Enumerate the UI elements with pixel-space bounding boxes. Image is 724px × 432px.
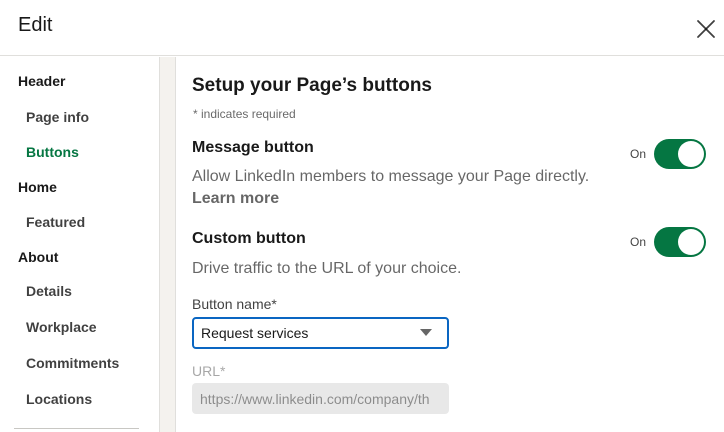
sidebar-item-commitments[interactable]: Commitments bbox=[26, 355, 119, 371]
sidebar-item-details[interactable]: Details bbox=[26, 283, 72, 299]
custom-button-title: Custom button bbox=[192, 230, 306, 247]
sidebar-divider bbox=[14, 428, 139, 429]
button-name-select[interactable]: Request services bbox=[192, 317, 449, 349]
button-name-label: Button name* bbox=[192, 296, 277, 312]
section-title: Setup your Page’s buttons bbox=[192, 75, 432, 96]
close-icon bbox=[697, 20, 715, 38]
sidebar-item-header[interactable]: Header bbox=[18, 73, 65, 89]
message-button-description: Allow LinkedIn members to message your P… bbox=[192, 168, 590, 185]
caret-down-icon bbox=[420, 329, 432, 336]
url-input[interactable] bbox=[192, 383, 449, 414]
sidebar-item-featured[interactable]: Featured bbox=[26, 214, 85, 230]
toggle-knob bbox=[678, 141, 704, 167]
modal-title: Edit bbox=[18, 14, 53, 36]
buttons-settings-panel: Setup your Page’s buttons * indicates re… bbox=[176, 57, 724, 432]
message-button-state: On bbox=[630, 147, 647, 161]
edit-modal: Edit Header Page info Buttons Home Featu… bbox=[0, 0, 724, 432]
sidebar-item-locations[interactable]: Locations bbox=[26, 391, 92, 407]
sidebar-nav: Header Page info Buttons Home Featured A… bbox=[0, 57, 160, 432]
url-label: URL* bbox=[192, 363, 226, 379]
sidebar-item-workplace[interactable]: Workplace bbox=[26, 319, 97, 335]
toggle-knob bbox=[678, 229, 704, 255]
message-button-title: Message button bbox=[192, 139, 314, 156]
required-note: * indicates required bbox=[193, 107, 296, 121]
button-name-selected-value: Request services bbox=[201, 325, 309, 341]
close-button[interactable] bbox=[694, 17, 718, 41]
sidebar-item-page-info[interactable]: Page info bbox=[26, 109, 89, 125]
message-button-toggle[interactable] bbox=[654, 139, 706, 169]
custom-button-toggle[interactable] bbox=[654, 227, 706, 257]
sidebar-item-home[interactable]: Home bbox=[18, 179, 57, 195]
content-gutter bbox=[160, 57, 176, 432]
learn-more-link[interactable]: Learn more bbox=[192, 190, 279, 208]
custom-button-state: On bbox=[630, 235, 647, 249]
modal-header: Edit bbox=[0, 0, 724, 56]
custom-button-description: Drive traffic to the URL of your choice. bbox=[192, 260, 462, 277]
sidebar-item-buttons[interactable]: Buttons bbox=[26, 144, 79, 160]
sidebar-item-about[interactable]: About bbox=[18, 249, 58, 265]
